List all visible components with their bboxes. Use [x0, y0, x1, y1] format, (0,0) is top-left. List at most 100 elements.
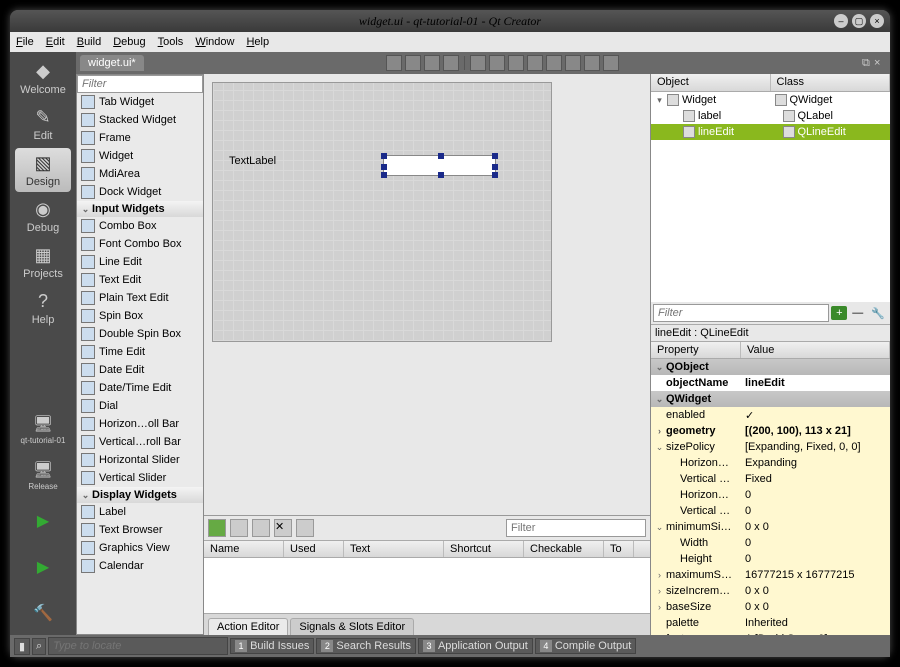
toggle-sidebar-button[interactable]: ▮ [14, 638, 30, 655]
widgetbox-item[interactable]: Frame [77, 129, 203, 147]
mode-debug[interactable]: ◉Debug [15, 194, 71, 238]
property-row[interactable]: Width0 [651, 535, 890, 551]
property-value[interactable]: 0 [741, 537, 890, 549]
menu-debug[interactable]: Debug [113, 36, 145, 48]
output-pane-button[interactable]: 3Application Output [418, 638, 533, 654]
document-tab[interactable]: widget.ui* [80, 55, 144, 71]
output-pane-button[interactable]: 4Compile Output [535, 638, 636, 654]
build-selector[interactable]: 🖥Release [15, 453, 71, 497]
resize-handle[interactable] [438, 153, 444, 159]
edit-widgets-icon[interactable] [386, 55, 402, 71]
resize-handle[interactable] [492, 164, 498, 170]
widgetbox-item[interactable]: Spin Box [77, 307, 203, 325]
maximize-button[interactable]: ▢ [852, 14, 866, 28]
property-value[interactable]: Inherited [741, 617, 890, 629]
widgetbox-item[interactable]: Date Edit [77, 361, 203, 379]
property-row[interactable]: ›maximumS…16777215 x 16777215 [651, 567, 890, 583]
property-menu-icon[interactable]: 🔧 [868, 307, 888, 320]
delete-action-icon[interactable]: ✕ [274, 519, 292, 537]
property-value[interactable]: 16777215 x 16777215 [741, 569, 890, 581]
property-value[interactable]: [(200, 100), 113 x 21] [741, 425, 890, 437]
property-row[interactable]: objectNamelineEdit [651, 375, 890, 391]
widgetbox-filter[interactable] [77, 75, 203, 93]
mode-design[interactable]: ▧Design [15, 148, 71, 192]
bottom-tab[interactable]: Action Editor [208, 618, 288, 635]
property-value[interactable]: 0 x 0 [741, 601, 890, 613]
property-row[interactable]: ›geometry[(200, 100), 113 x 21] [651, 423, 890, 439]
resize-handle[interactable] [381, 153, 387, 159]
widgetbox-group[interactable]: ⌄Input Widgets [77, 201, 203, 217]
edit-action-icon[interactable] [296, 519, 314, 537]
widgetbox-item[interactable]: Stacked Widget [77, 111, 203, 129]
mode-help[interactable]: ?Help [15, 286, 71, 330]
resize-handle[interactable] [381, 164, 387, 170]
edit-taborder-icon[interactable] [443, 55, 459, 71]
menu-tools[interactable]: Tools [158, 36, 184, 48]
property-row[interactable]: ›baseSize0 x 0 [651, 599, 890, 615]
edit-buddies-icon[interactable] [424, 55, 440, 71]
property-value[interactable]: lineEdit [741, 377, 890, 389]
property-group[interactable]: ⌄QWidget [651, 391, 890, 407]
mode-edit[interactable]: ✎Edit [15, 102, 71, 146]
property-value[interactable]: 0 [741, 489, 890, 501]
project-selector[interactable]: 🖥qt-tutorial-01 [15, 407, 71, 451]
run-button[interactable]: ▶ [15, 499, 71, 543]
mode-welcome[interactable]: ◆Welcome [15, 56, 71, 100]
action-col[interactable]: Used [284, 541, 344, 557]
edit-signals-icon[interactable] [405, 55, 421, 71]
adjust-size-icon[interactable] [603, 55, 619, 71]
widgetbox-item[interactable]: Graphics View [77, 539, 203, 557]
property-value[interactable]: 0 x 0 [741, 585, 890, 597]
property-value[interactable]: [Expanding, Fixed, 0, 0] [741, 441, 890, 453]
widgetbox-item[interactable]: Tab Widget [77, 93, 203, 111]
widgetbox-item[interactable]: Font Combo Box [77, 235, 203, 253]
widgetbox-item[interactable]: Dial [77, 397, 203, 415]
property-row[interactable]: ⌄minimumSi…0 x 0 [651, 519, 890, 535]
layout-vsplit-icon[interactable] [527, 55, 543, 71]
action-col[interactable]: Text [344, 541, 444, 557]
col-value[interactable]: Value [741, 342, 890, 358]
property-row[interactable]: Vertical …0 [651, 503, 890, 519]
action-list[interactable] [204, 558, 650, 613]
menu-build[interactable]: Build [77, 36, 101, 48]
property-group[interactable]: ⌄QObject [651, 359, 890, 375]
widgetbox-item[interactable]: Combo Box [77, 217, 203, 235]
add-property-button[interactable]: + [831, 306, 847, 320]
widgetbox-item[interactable]: Vertical Slider [77, 469, 203, 487]
search-icon[interactable]: ⌕ [32, 638, 46, 655]
resize-handle[interactable] [492, 153, 498, 159]
restore-icon[interactable]: ⧉ [862, 57, 874, 69]
object-row[interactable]: lineEditQLineEdit [651, 124, 890, 140]
copy-action-icon[interactable] [230, 519, 248, 537]
new-action-icon[interactable] [208, 519, 226, 537]
property-list[interactable]: ⌄QObjectobjectNamelineEdit⌄QWidgetenable… [651, 359, 890, 635]
widgetbox-item[interactable]: MdiArea [77, 165, 203, 183]
break-layout-icon[interactable] [584, 55, 600, 71]
property-value[interactable]: Fixed [741, 473, 890, 485]
layout-form-icon[interactable] [565, 55, 581, 71]
action-col[interactable]: Checkable [524, 541, 604, 557]
widgetbox-item[interactable]: Horizon…oll Bar [77, 415, 203, 433]
property-row[interactable]: Horizon…Expanding [651, 455, 890, 471]
widgetbox-item[interactable]: Plain Text Edit [77, 289, 203, 307]
resize-handle[interactable] [438, 172, 444, 178]
widgetbox-item[interactable]: Double Spin Box [77, 325, 203, 343]
property-row[interactable]: Vertical …Fixed [651, 471, 890, 487]
property-row[interactable]: paletteInherited [651, 615, 890, 631]
menu-window[interactable]: Window [195, 36, 234, 48]
menu-file[interactable]: File [16, 36, 34, 48]
object-inspector-tree[interactable]: ▾WidgetQWidgetlabelQLabellineEditQLineEd… [651, 92, 890, 302]
resize-handle[interactable] [381, 172, 387, 178]
form-widget[interactable]: TextLabel [212, 82, 552, 342]
layout-grid-icon[interactable] [546, 55, 562, 71]
widgetbox-item[interactable]: Label [77, 503, 203, 521]
build-button[interactable]: 🔨 [15, 591, 71, 635]
widgetbox-item[interactable]: Calendar [77, 557, 203, 575]
layout-v-icon[interactable] [489, 55, 505, 71]
widgetbox-item[interactable]: Dock Widget [77, 183, 203, 201]
menu-edit[interactable]: Edit [46, 36, 65, 48]
col-class[interactable]: Class [771, 74, 891, 91]
lineedit-widget[interactable] [383, 155, 496, 176]
widgetbox-item[interactable]: Text Browser [77, 521, 203, 539]
output-pane-button[interactable]: 2Search Results [316, 638, 416, 654]
